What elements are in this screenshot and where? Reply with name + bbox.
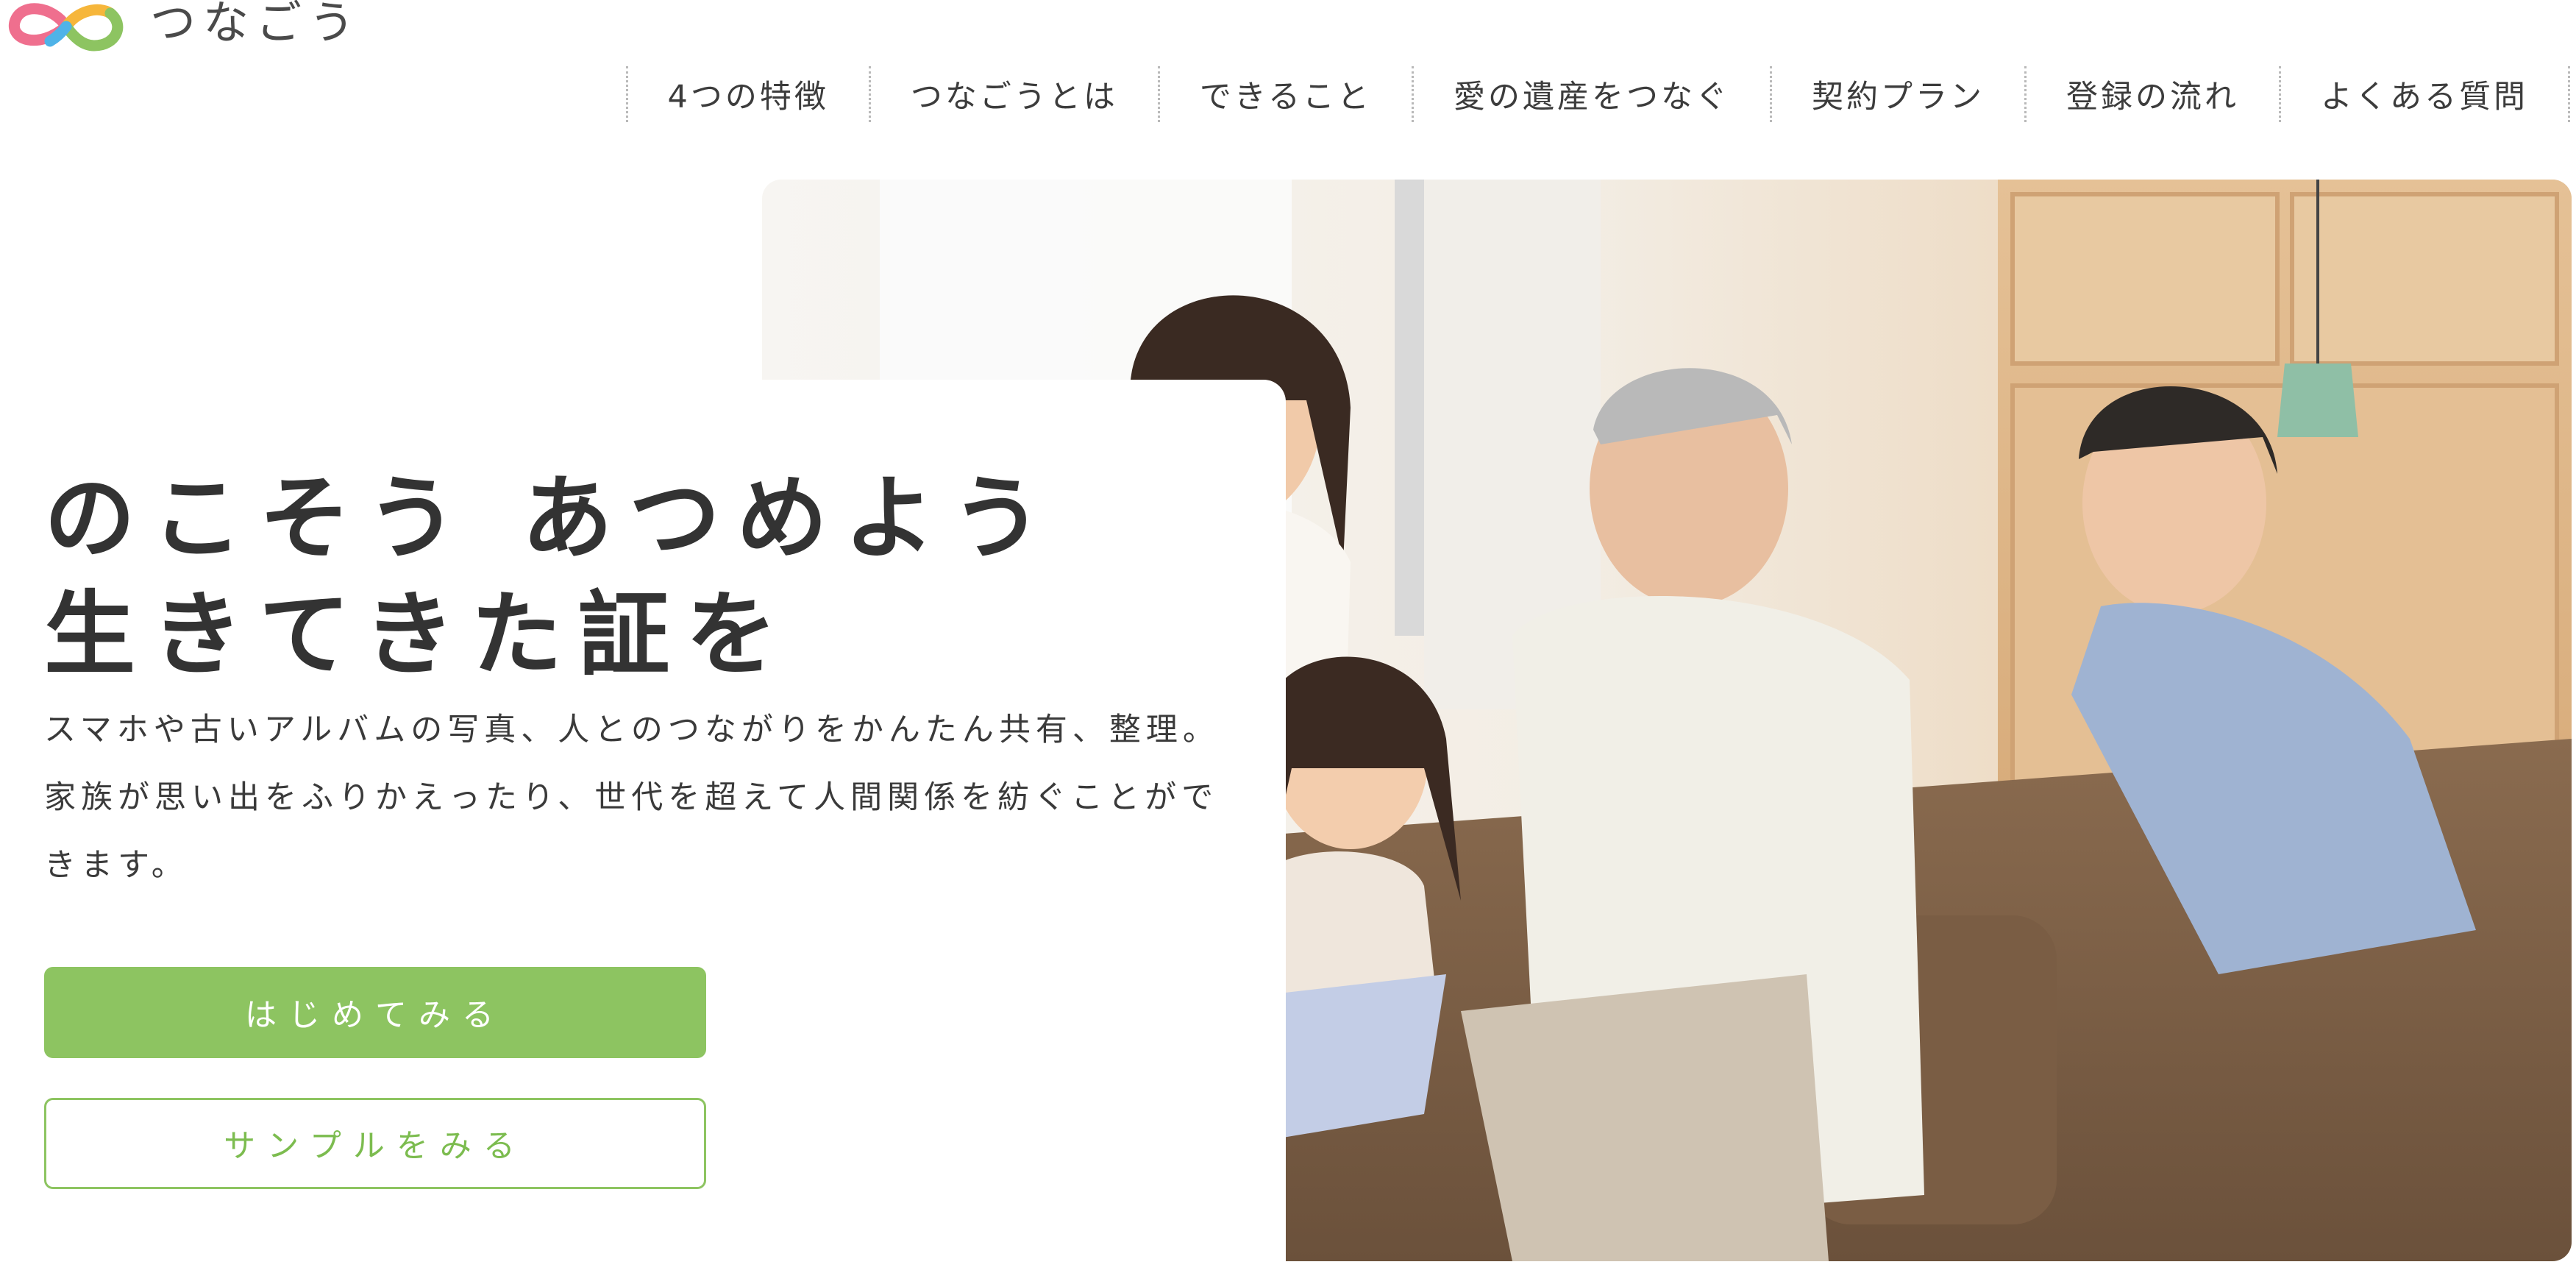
- nav-item-about[interactable]: つなごうとは: [868, 66, 1158, 122]
- catchphrase-line-1: のこそう あつめよう: [44, 466, 1059, 572]
- nav-item-capabilities[interactable]: できること: [1157, 66, 1412, 122]
- nav-item-signup-flow[interactable]: 登録の流れ: [2024, 66, 2279, 122]
- view-sample-button[interactable]: サンプルをみる: [44, 1098, 706, 1189]
- hero-lead-text: スマホや古いアルバムの写真、人とのつながりをかんたん共有、整理。家族が思い出をふ…: [44, 712, 1220, 884]
- logo[interactable]: つなごう: [4, 0, 362, 53]
- landing-page: つなごう 4つの特徴 つなごうとは できること 愛の遺産をつなぐ 契約プラン 登…: [0, 0, 2576, 1273]
- start-button[interactable]: はじめてみる: [44, 967, 706, 1058]
- nav-item-features[interactable]: 4つの特徴: [625, 66, 869, 122]
- logo-text: つなごう: [150, 0, 363, 49]
- hero-copy-card: のこそう あつめよう 生きてきた証を スマホや古いアルバムの写真、人とのつながり…: [0, 380, 1286, 1273]
- global-nav: 4つの特徴 つなごうとは できること 愛の遺産をつなぐ 契約プラン 登録の流れ …: [625, 66, 2570, 122]
- nav-item-plans[interactable]: 契約プラン: [1770, 66, 2024, 122]
- nav-item-legacy[interactable]: 愛の遺産をつなぐ: [1412, 66, 1770, 122]
- nav-item-faq[interactable]: よくある質問: [2279, 66, 2570, 122]
- catchphrase-line-2: 生きてきた証を: [44, 582, 794, 688]
- infinity-logo-icon: [8, 3, 124, 52]
- hero-catchphrase: のこそう あつめよう 生きてきた証を: [44, 461, 1058, 693]
